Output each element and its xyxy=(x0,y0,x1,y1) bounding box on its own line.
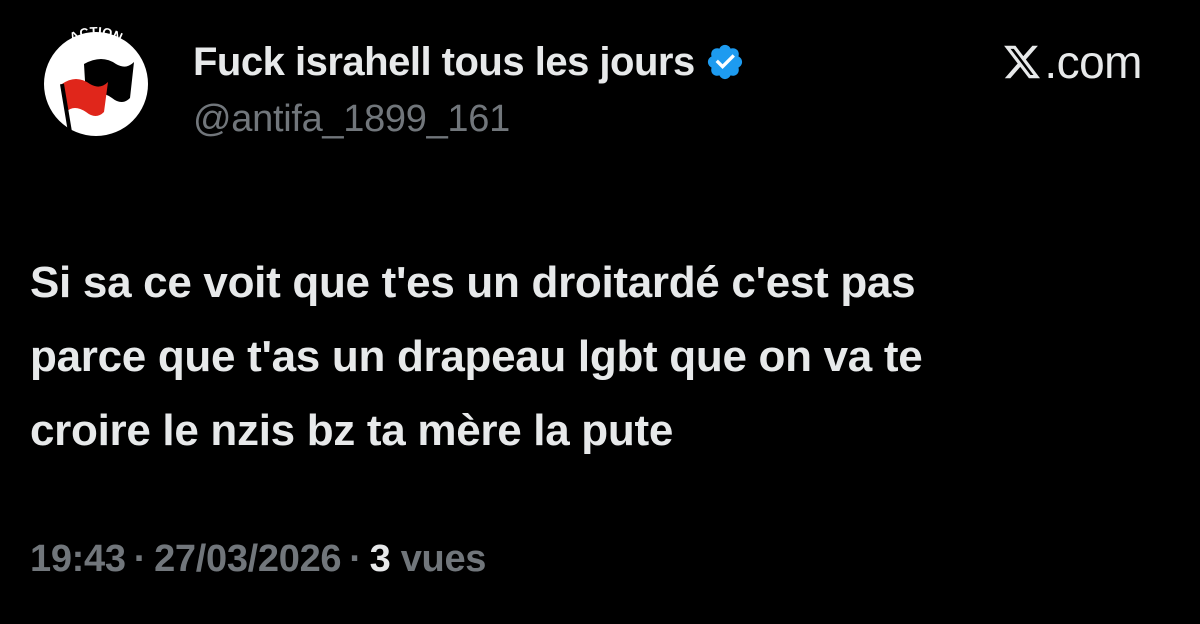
antifa-logo: ACTION ANTIFASCISTE xyxy=(30,18,162,150)
x-com-brand: .com xyxy=(1002,36,1142,88)
x-logo-icon xyxy=(1002,42,1042,82)
tweet-time[interactable]: 19:43 xyxy=(30,538,126,580)
tweet-date[interactable]: 27/03/2026 xyxy=(154,538,341,580)
author-name-row: Fuck israhell tous les jours xyxy=(193,36,893,88)
tweet-line: parce que t'as un drapeau lgbt que on va… xyxy=(30,332,923,381)
tweet-text: Si sa ce voit que t'es un droitardé c'es… xyxy=(30,246,1170,468)
verified-badge-icon xyxy=(705,42,745,82)
author-display-name[interactable]: Fuck israhell tous les jours xyxy=(193,40,695,85)
views-label: vues xyxy=(400,538,487,580)
meta-separator: · xyxy=(133,538,147,580)
avatar[interactable]: ACTION ANTIFASCISTE xyxy=(26,14,166,154)
tweet-meta: 19:43 · 27/03/2026 · 3 vues xyxy=(30,538,486,581)
views-count: 3 xyxy=(369,538,391,580)
tweet-line: croire le nzis bz ta mère la pute xyxy=(30,406,673,455)
x-com-suffix: .com xyxy=(1044,36,1142,88)
author-handle[interactable]: @antifa_1899_161 xyxy=(193,98,893,141)
tweet-header: Fuck israhell tous les jours @antifa_189… xyxy=(193,36,893,141)
tweet-line: Si sa ce voit que t'es un droitardé c'es… xyxy=(30,258,916,307)
meta-separator: · xyxy=(349,538,362,580)
